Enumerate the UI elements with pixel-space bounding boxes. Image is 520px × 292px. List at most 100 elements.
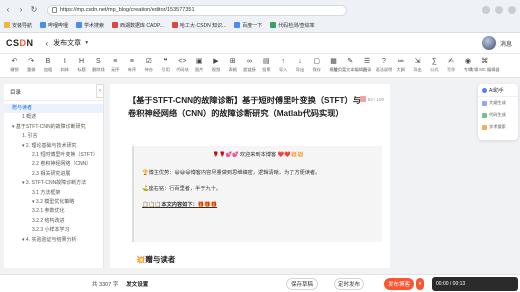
- publish-options-icon[interactable]: ▾: [416, 278, 424, 290]
- menu-icon[interactable]: [508, 6, 516, 14]
- toolbar-button[interactable]: B 加粗: [40, 54, 57, 73]
- bookmark-item[interactable]: 学术搜索: [76, 22, 104, 29]
- outline-item[interactable]: 2.2 卷积神经网络（CNN）: [4, 160, 103, 169]
- outline-item[interactable]: ▾ 3.2 模型优化策略: [4, 198, 103, 207]
- toolbar-button[interactable]: ↶ 撤销: [6, 54, 23, 73]
- outline-item[interactable]: ▾ 基于STFT-CNN的故障诊断研究: [4, 123, 103, 132]
- toolbar-button[interactable]: ☰ 目录: [359, 54, 376, 73]
- toolbar-icon: ⌘: [481, 58, 489, 65]
- collapse-outline-icon[interactable]: ‹: [96, 84, 104, 98]
- toolbar-button[interactable]: ✍ 写作: [443, 54, 460, 73]
- outline-item[interactable]: 2.1 短时傅里叶变换（STFT）: [4, 151, 103, 160]
- content-settings-link[interactable]: 发文设置: [126, 280, 148, 288]
- ai-item-code[interactable]: 代码生成: [478, 109, 518, 121]
- toolbar-button[interactable]: ≡ 有序: [124, 54, 141, 73]
- counter-icon: [359, 96, 366, 102]
- extension-icon[interactable]: [482, 6, 490, 14]
- toolbar-icon: ∑: [431, 58, 437, 65]
- chevron-down-icon[interactable]: ▼: [84, 40, 89, 46]
- toolbar-button[interactable]: ▤ 投票: [258, 54, 275, 73]
- outline-item[interactable]: ▾ 2. 理论基础与技术研究: [4, 142, 103, 151]
- avatar[interactable]: [481, 36, 496, 50]
- address-row: ‹ › ↻ https://mp.csdn.net/mp_blog/creati…: [0, 3, 520, 17]
- toolbar-button[interactable]: <> 代码块: [174, 54, 191, 73]
- editor-area[interactable]: 【基于STFT-CNN的故障诊断】基于短时傅里叶变换（STFT）与卷积神经网络（…: [110, 84, 390, 268]
- toolbar-label: 图片: [194, 67, 204, 72]
- save-draft-button[interactable]: 保存草稿: [286, 278, 318, 290]
- browser-chrome: ‹ › ↻ https://mp.csdn.net/mp_blog/creati…: [0, 0, 520, 33]
- bookmark-item[interactable]: 西湖数据库 CADP...: [112, 22, 164, 29]
- outline-item[interactable]: 3.2.2 结构改进: [4, 217, 103, 226]
- outline-item[interactable]: 1. 引言: [4, 132, 103, 141]
- toolbar-button[interactable]: ↷ 重做: [23, 54, 40, 73]
- forward-icon[interactable]: ›: [16, 5, 26, 15]
- outline-item[interactable]: ▾ 4. 实验验证与结果分析: [4, 236, 103, 245]
- back-icon[interactable]: ‹: [3, 5, 13, 15]
- toolbar-button[interactable]: ⊞ 表格: [224, 54, 241, 73]
- toolbar-label: 专辑 MC 编辑器: [469, 67, 500, 72]
- outline-panel: 目录 赠与读者 1 概述 ▾ 基于STFT-CNN的故障诊断研究 1. 引言 ▾ 2. …: [4, 84, 104, 268]
- toolbar-button[interactable]: I 斜体: [56, 54, 73, 73]
- toolbar-icon: ❝: [163, 58, 168, 65]
- toolbar-button[interactable]: ❝ 引用: [157, 54, 174, 73]
- toolbar-button[interactable]: ⌘ 专辑 MC 编辑器: [470, 54, 500, 73]
- bookmarks-bar: 安装导航 哔哩哔哩 学术搜索 西湖数据库 CADP... 哈工大·CSDN 知识…: [0, 19, 520, 31]
- toolbar-button[interactable]: ▢ 保存: [308, 54, 325, 73]
- toolbar-button[interactable]: ▣ 图片: [191, 54, 208, 73]
- toolbar-icon: ↑: [281, 58, 285, 65]
- toolbar-icon: ⊞: [229, 58, 236, 65]
- toolbar-button[interactable]: ∞ 超链接: [241, 54, 258, 73]
- toolbar-label: 撤销: [10, 67, 19, 72]
- toolbar-button[interactable]: ∑ 公式: [426, 54, 443, 73]
- lock-icon: [52, 7, 57, 13]
- toolbar-button[interactable]: S 删除线: [90, 54, 107, 73]
- toolbar-label: 斜体: [60, 67, 69, 72]
- toolbar-button[interactable]: ✎ 使用富文本编辑器: [334, 54, 368, 73]
- intro-quote-block[interactable]: 🌹🌹💕💕 欢迎来到本博客 ❤️❤️💥💥 🏆博主优势：😄😄😄博客内容尽量做到思维缜…: [132, 146, 382, 242]
- csdn-logo[interactable]: CSDN: [6, 38, 34, 48]
- bookmark-item[interactable]: 安装导航: [4, 22, 32, 29]
- toolbar-icon: ↓: [298, 58, 302, 65]
- toolbar-button[interactable]: ? 语法说明: [376, 54, 393, 73]
- publish-button[interactable]: 发布博客: [384, 278, 414, 290]
- toolbar-icon: ↷: [28, 58, 35, 65]
- ai-item-search[interactable]: 学术搜索: [478, 121, 518, 133]
- toolbar-button[interactable]: ↑ 导入: [275, 54, 292, 73]
- toolbar-label: 代码块: [176, 67, 189, 72]
- outline-item[interactable]: 3.2.3 小样本学习: [4, 226, 103, 235]
- article-title[interactable]: 【基于STFT-CNN的故障诊断】基于短时傅里叶变换（STFT）与卷积神经网络（…: [128, 94, 368, 120]
- outline-item[interactable]: 3.2.1 参数优化: [4, 207, 103, 216]
- outline-item[interactable]: 赠与读者: [4, 104, 103, 114]
- toolbar-button[interactable]: H 标题: [73, 54, 90, 73]
- media-player-bar[interactable]: 00:00 / 00:13: [432, 277, 518, 291]
- title-char-count: 83 / 100: [359, 96, 384, 102]
- address-bar[interactable]: https://mp.csdn.net/mp_blog/creation/edi…: [47, 4, 347, 16]
- toolbar-label: 写作: [446, 67, 456, 72]
- ai-item-outline[interactable]: 大纲生成: [478, 97, 518, 109]
- bookmark-item[interactable]: 哔哩哔哩: [40, 22, 68, 29]
- toolbar-button[interactable]: ≡ 无序: [107, 54, 124, 73]
- outline-title: 目录: [4, 84, 103, 101]
- toolbar-icon: ▣: [195, 58, 203, 65]
- reload-icon[interactable]: ↻: [29, 5, 39, 15]
- toolbar-button[interactable]: ⇲ 导出: [409, 54, 426, 73]
- toolbar-button[interactable]: ▶ 视频: [208, 54, 225, 73]
- toolbar-icon: ◉: [464, 58, 471, 65]
- outline-item[interactable]: 1 概述: [4, 113, 103, 122]
- bookmark-item[interactable]: 哈工大·CSDN 知识...: [171, 22, 226, 29]
- bookmark-item[interactable]: 百度一下: [234, 22, 262, 29]
- bookmark-item[interactable]: 代码检测/查综率: [270, 22, 315, 29]
- editor-footer: 共 3307 字 发文设置 保存草稿 定时发布 发布博客 ▾ 00:00 / 0…: [0, 274, 520, 292]
- ai-panel-header[interactable]: AI助手: [478, 84, 518, 97]
- ai-assistant-panel: AI助手 大纲生成 代码生成 学术搜索: [478, 84, 518, 140]
- outline-item[interactable]: 2.3 相关研究进展: [4, 170, 103, 179]
- toolbar-button[interactable]: ≔ 大纲: [392, 54, 409, 73]
- profile-icon[interactable]: [495, 6, 503, 14]
- timed-publish-button[interactable]: 定时发布: [334, 278, 364, 290]
- toolbar-button[interactable]: ↓ 导出: [292, 54, 309, 73]
- outline-item[interactable]: 3.1 方法框架: [4, 189, 103, 198]
- outline-item[interactable]: ▾ 3. STFT-CNN故障诊断方法: [4, 179, 103, 188]
- back-arrow-icon[interactable]: ‹: [46, 39, 49, 48]
- messages-link[interactable]: 消息: [500, 39, 512, 48]
- toolbar-button[interactable]: ☑ 待办: [140, 54, 157, 73]
